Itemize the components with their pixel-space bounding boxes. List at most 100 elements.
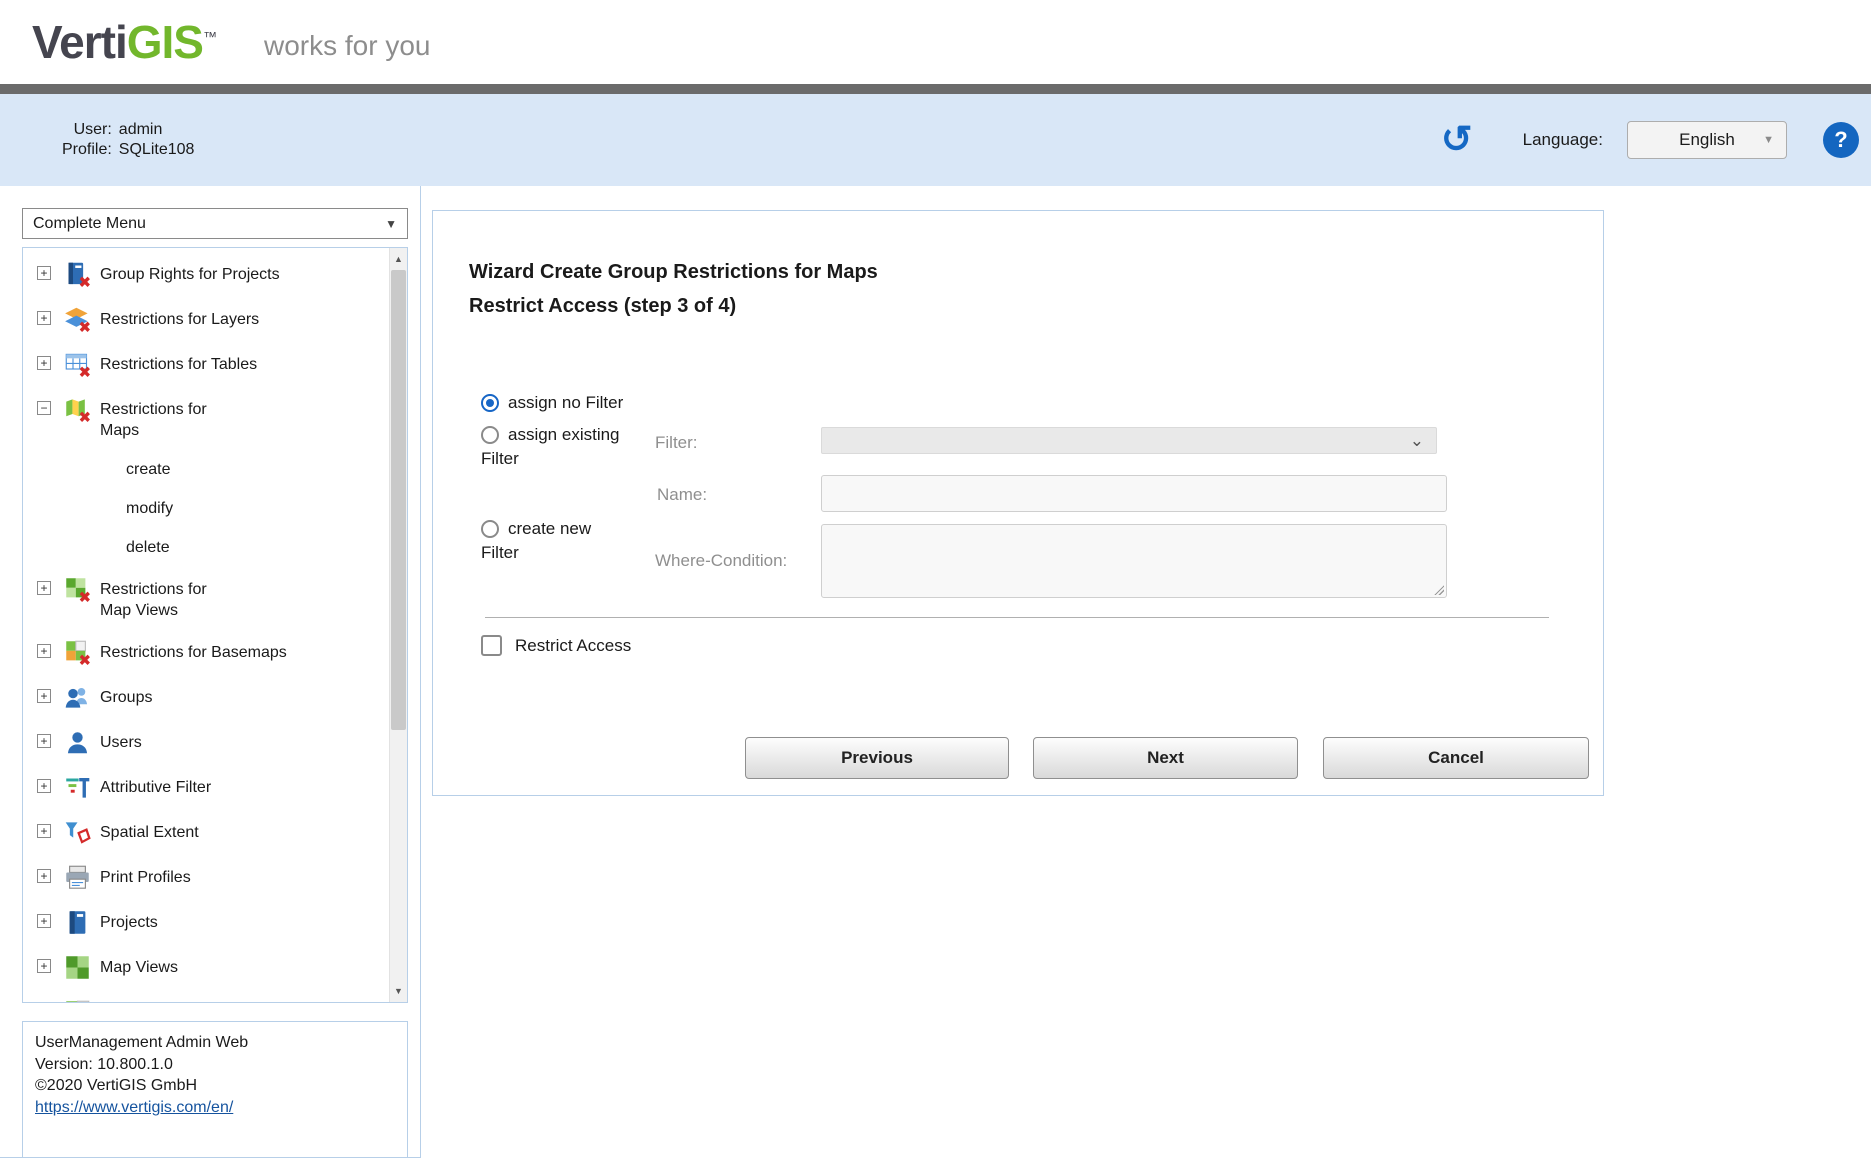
tree-item-label: Restrictions for Tables <box>100 351 257 375</box>
basemaps-icon <box>64 999 91 1003</box>
tree-item-attributive-filter[interactable]: + Attributive Filter <box>37 765 381 810</box>
about-box: UserManagement Admin Web Version: 10.800… <box>22 1021 408 1158</box>
collapse-toggle-icon[interactable]: − <box>37 401 51 415</box>
section-divider <box>485 617 1549 618</box>
tree-item-label: Restrictions for Map Views <box>100 576 240 621</box>
tree-item-label: Restrictions for Layers <box>100 306 259 330</box>
scrollbar-thumb[interactable] <box>391 270 406 730</box>
tree-item-restrictions-for-maps[interactable]: − Restrictions for Maps <box>37 387 381 450</box>
radio-row-create-new-filter: create new Filter <box>481 517 633 565</box>
menu-tree: +Group Rights for Projects+Restrictions … <box>23 248 407 1003</box>
expand-toggle-icon[interactable]: + <box>37 311 51 325</box>
expand-toggle-icon[interactable]: + <box>37 644 51 658</box>
scroll-up-icon[interactable]: ▲ <box>390 248 407 270</box>
tree-item-groups[interactable]: + Groups <box>37 675 381 720</box>
map-views-icon <box>64 954 91 981</box>
tree-item-delete[interactable]: delete <box>37 528 381 567</box>
expand-toggle-icon[interactable]: + <box>37 869 51 883</box>
menu-tree-panel: +Group Rights for Projects+Restrictions … <box>22 247 408 1003</box>
tree-item-label: Attributive Filter <box>100 774 211 798</box>
tree-item-label: Restrictions for Maps <box>100 396 240 441</box>
where-condition-textarea[interactable] <box>821 524 1447 598</box>
tree-item-map-views[interactable]: +Map Views <box>37 945 381 990</box>
expand-toggle-icon[interactable]: + <box>37 356 51 370</box>
help-icon[interactable]: ? <box>1823 122 1859 158</box>
previous-button[interactable]: Previous <box>745 737 1009 779</box>
radio-row-assign-existing-filter: assign existing Filter <box>481 423 633 471</box>
tree-item-spatial-extent[interactable]: + Spatial Extent <box>37 810 381 855</box>
tree-item-print-profiles[interactable]: + Print Profiles <box>37 855 381 900</box>
session-bar-right: ↺ Language: English ▼ ? <box>1441 121 1863 159</box>
tree-scrollbar[interactable]: ▲ ▼ <box>389 248 407 1002</box>
tree-item-users[interactable]: + Users <box>37 720 381 765</box>
user-value: admin <box>119 121 195 139</box>
groups-icon <box>64 684 91 711</box>
menu-mode-value: Complete Menu <box>33 215 146 233</box>
menu-mode-dropdown[interactable]: Complete Menu ▼ <box>22 208 408 239</box>
projects-icon <box>64 909 91 936</box>
language-dropdown-value: English <box>1679 130 1735 150</box>
tree-item-group-rights-for-projects[interactable]: + Group Rights for Projects <box>37 252 381 297</box>
restrictions-for-tables-icon <box>64 351 91 378</box>
name-input[interactable] <box>821 475 1447 512</box>
restrictions-for-maps-icon <box>64 396 91 423</box>
user-label: User: <box>62 121 112 139</box>
about-title: UserManagement Admin Web <box>35 1032 395 1054</box>
vertigis-logo: VertiGIS™ <box>32 15 216 69</box>
about-copyright: ©2020 VertiGIS GmbH <box>35 1075 395 1097</box>
assign-existing-filter-radio[interactable] <box>481 426 499 444</box>
tree-item-label: Users <box>100 729 142 753</box>
scroll-down-icon[interactable]: ▼ <box>390 980 407 1002</box>
expand-toggle-icon[interactable]: + <box>37 266 51 280</box>
restrictions-for-map-views-icon <box>64 576 91 603</box>
expand-toggle-icon[interactable]: + <box>37 959 51 973</box>
create-new-filter-radio[interactable] <box>481 520 499 538</box>
tree-item-label: Group Rights for Projects <box>100 261 280 285</box>
vertigis-link[interactable]: https://www.vertigis.com/en/ <box>35 1099 233 1116</box>
assign-existing-filter-label: assign existing Filter <box>481 425 620 468</box>
spatial-extent-icon <box>64 819 91 846</box>
tree-item-label: Spatial Extent <box>100 819 199 843</box>
assign-no-filter-radio[interactable] <box>481 394 499 412</box>
tree-item-restrictions-for-tables[interactable]: + Restrictions for Tables <box>37 342 381 387</box>
tree-item-create[interactable]: create <box>37 450 381 489</box>
expand-toggle-icon[interactable]: + <box>37 734 51 748</box>
expand-toggle-icon[interactable]: + <box>37 581 51 595</box>
attributive-filter-icon <box>64 774 91 801</box>
next-button[interactable]: Next <box>1033 737 1298 779</box>
about-version: Version: 10.800.1.0 <box>35 1054 395 1076</box>
wizard-title: Wizard Create Group Restrictions for Map… <box>469 261 878 284</box>
expand-toggle-icon[interactable]: + <box>37 779 51 793</box>
filter-field-label: Filter: <box>655 433 698 453</box>
tree-item-projects[interactable]: + Projects <box>37 900 381 945</box>
refresh-icon[interactable]: ↺ <box>1441 121 1473 159</box>
tree-item-restrictions-for-basemaps[interactable]: +Restrictions for Basemaps <box>37 630 381 675</box>
tree-item-label: Print Profiles <box>100 864 191 888</box>
tree-item-label: Projects <box>100 909 158 933</box>
restrict-access-row: Restrict Access <box>481 635 631 656</box>
restrictions-for-layers-icon <box>64 306 91 333</box>
logo-text-gis: GIS <box>127 16 203 68</box>
cancel-button[interactable]: Cancel <box>1323 737 1589 779</box>
print-profiles-icon <box>64 864 91 891</box>
logo-trademark: ™ <box>203 29 216 45</box>
restrict-access-label: Restrict Access <box>515 636 631 656</box>
tree-item-restrictions-for-map-views[interactable]: + Restrictions for Map Views <box>37 567 381 630</box>
restrict-access-checkbox[interactable] <box>481 635 502 656</box>
filter-dropdown[interactable]: ⌄ <box>821 427 1437 454</box>
tree-item-basemaps[interactable]: +Basemaps <box>37 990 381 1003</box>
expand-toggle-icon[interactable]: + <box>37 824 51 838</box>
tree-item-label: Groups <box>100 684 152 708</box>
where-condition-field-label: Where-Condition: <box>655 551 787 571</box>
expand-toggle-icon[interactable]: + <box>37 689 51 703</box>
session-bar: User: admin Profile: SQLite108 ↺ Languag… <box>0 94 1871 186</box>
chevron-down-icon: ▼ <box>1763 134 1774 146</box>
profile-label: Profile: <box>62 141 112 159</box>
radio-row-assign-no-filter: assign no Filter <box>481 391 623 415</box>
tree-item-label: Basemaps <box>100 999 176 1003</box>
tree-item-restrictions-for-layers[interactable]: + Restrictions for Layers <box>37 297 381 342</box>
expand-toggle-icon[interactable]: + <box>37 914 51 928</box>
tree-item-modify[interactable]: modify <box>37 489 381 528</box>
language-dropdown[interactable]: English ▼ <box>1627 121 1787 159</box>
main-area: Complete Menu ▼ + Group Rights for Projec… <box>0 186 1871 1158</box>
